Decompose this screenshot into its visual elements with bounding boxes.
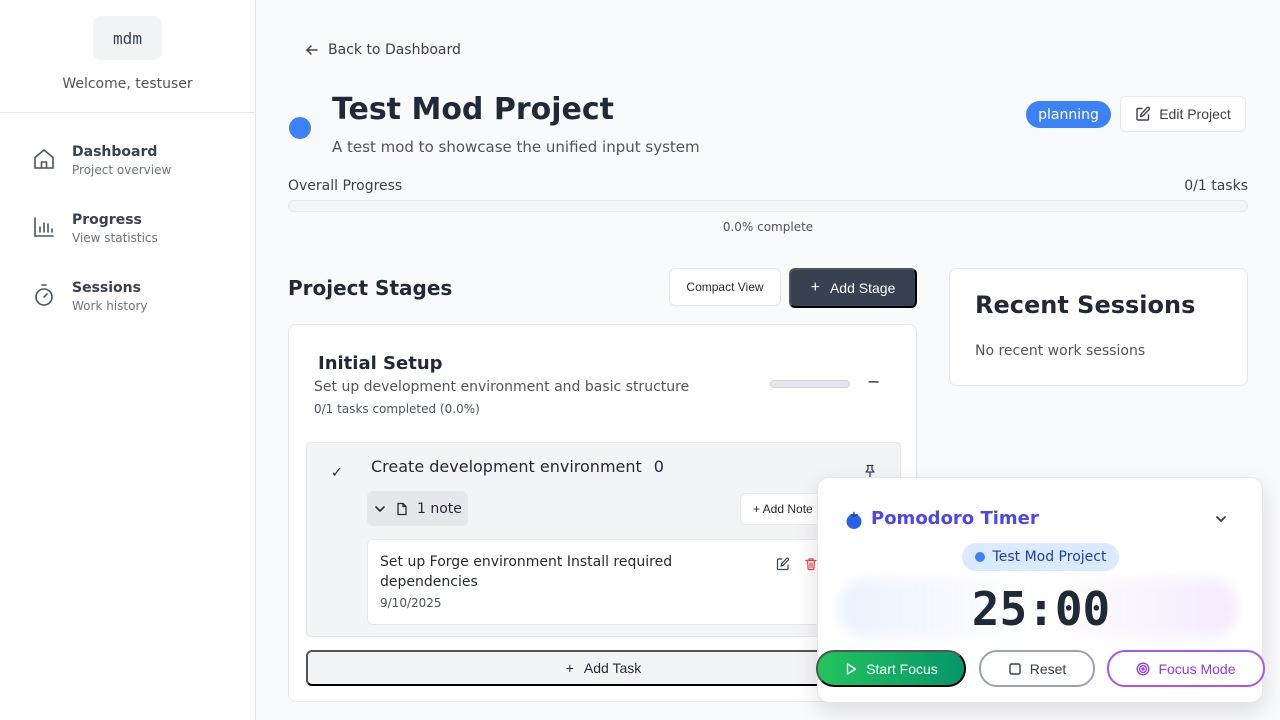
sidebar-item-subtitle: View statistics bbox=[72, 231, 158, 245]
start-focus-label: Start Focus bbox=[866, 660, 938, 677]
edit-icon bbox=[1136, 106, 1151, 121]
recent-sessions-empty: No recent work sessions bbox=[975, 343, 1146, 359]
reset-label: Reset bbox=[1029, 660, 1067, 677]
sidebar-item-dashboard[interactable]: Dashboard Project overview bbox=[32, 143, 232, 187]
overall-progress-percent: 0.0% complete bbox=[722, 220, 814, 234]
timer-display: 25:00 bbox=[971, 582, 1111, 636]
stage-progress-bar bbox=[770, 380, 850, 388]
back-label: Back to Dashboard bbox=[328, 42, 461, 58]
welcome-text: Welcome, testuser bbox=[62, 76, 193, 92]
tomato-icon bbox=[846, 511, 862, 529]
stage-title: Initial Setup bbox=[318, 353, 443, 374]
focus-mode-button[interactable]: Focus Mode bbox=[1107, 650, 1265, 687]
status-badge: planning bbox=[1026, 101, 1111, 128]
stage-description: Set up development environment and basic… bbox=[314, 379, 690, 395]
notes-toggle[interactable]: 1 note bbox=[367, 491, 468, 526]
sidebar: mdm Welcome, testuser Dashboard Project … bbox=[0, 0, 256, 720]
add-task-label: Add Task bbox=[583, 660, 642, 676]
reset-button[interactable]: Reset bbox=[979, 650, 1095, 687]
trash-icon[interactable] bbox=[804, 557, 818, 571]
stop-square-icon bbox=[1009, 662, 1021, 675]
compact-view-button[interactable]: Compact View bbox=[669, 268, 781, 306]
sidebar-item-progress[interactable]: Progress View statistics bbox=[32, 211, 232, 255]
sidebar-item-sessions[interactable]: Sessions Work history bbox=[32, 279, 232, 323]
arrow-left-icon bbox=[306, 45, 318, 55]
edit-note-icon[interactable] bbox=[776, 557, 790, 571]
stage-collapse-button[interactable]: − bbox=[867, 372, 880, 391]
file-icon bbox=[397, 502, 407, 515]
task-item: ✓ Create development environment 0 1 note… bbox=[306, 442, 901, 637]
plus-icon: + bbox=[565, 660, 574, 676]
project-color-dot bbox=[289, 117, 311, 139]
note-date: 9/10/2025 bbox=[380, 596, 442, 610]
sidebar-item-title: Dashboard bbox=[72, 144, 158, 160]
task-checkbox[interactable]: ✓ bbox=[331, 465, 343, 481]
page-title: Test Mod Project bbox=[332, 92, 614, 127]
note-card: Set up Forge environment Install require… bbox=[367, 539, 847, 625]
project-color-dot bbox=[974, 552, 985, 562]
recent-sessions-heading: Recent Sessions bbox=[975, 291, 1196, 319]
home-icon bbox=[34, 149, 54, 169]
pin-icon[interactable] bbox=[863, 464, 877, 478]
task-title-text: Create development environment bbox=[371, 457, 642, 476]
note-text: Set up Forge environment Install require… bbox=[380, 554, 673, 590]
pomodoro-project-badge: Test Mod Project bbox=[962, 543, 1119, 571]
recent-sessions-card: Recent Sessions No recent work sessions bbox=[949, 268, 1248, 386]
pomodoro-widget: Pomodoro Timer Test Mod Project 25:00 St… bbox=[816, 477, 1265, 703]
project-description: A test mod to showcase the unified input… bbox=[332, 138, 700, 156]
task-title: Create development environment 0 bbox=[371, 457, 664, 476]
overall-progress-label: Overall Progress bbox=[288, 178, 403, 194]
timer-icon bbox=[35, 284, 53, 306]
notes-count-label: 1 note bbox=[417, 500, 462, 517]
sidebar-item-title: Progress bbox=[72, 212, 142, 228]
overall-progress-bar bbox=[288, 200, 1248, 212]
add-task-button[interactable]: + Add Task bbox=[306, 650, 901, 686]
chevron-down-icon[interactable] bbox=[1214, 512, 1228, 526]
add-stage-button[interactable]: + Add Stage bbox=[789, 268, 917, 308]
sidebar-item-subtitle: Work history bbox=[72, 299, 148, 313]
add-stage-label: Add Stage bbox=[829, 280, 896, 296]
pomodoro-title: Pomodoro Timer bbox=[871, 508, 1039, 529]
sidebar-item-title: Sessions bbox=[72, 280, 141, 296]
bar-chart-icon bbox=[34, 217, 54, 237]
task-count: 0 bbox=[653, 457, 664, 476]
sidebar-item-subtitle: Project overview bbox=[72, 163, 172, 177]
project-stages-heading: Project Stages bbox=[288, 276, 453, 300]
sidebar-divider bbox=[0, 112, 255, 113]
edit-project-button[interactable]: Edit Project bbox=[1120, 96, 1246, 132]
edit-project-label: Edit Project bbox=[1159, 106, 1231, 122]
focus-mode-label: Focus Mode bbox=[1158, 660, 1236, 677]
app-logo[interactable]: mdm bbox=[93, 16, 162, 60]
pomodoro-project-name: Test Mod Project bbox=[992, 549, 1107, 565]
play-icon bbox=[847, 662, 857, 675]
target-icon bbox=[1137, 662, 1150, 675]
back-to-dashboard-link[interactable]: Back to Dashboard bbox=[304, 42, 461, 58]
overall-progress-count: 0/1 tasks bbox=[1184, 178, 1248, 194]
start-focus-button[interactable]: Start Focus bbox=[816, 650, 966, 687]
chevron-down-icon bbox=[375, 505, 385, 512]
stage-stats: 0/1 tasks completed (0.0%) bbox=[314, 402, 480, 416]
plus-icon: + bbox=[810, 279, 820, 296]
